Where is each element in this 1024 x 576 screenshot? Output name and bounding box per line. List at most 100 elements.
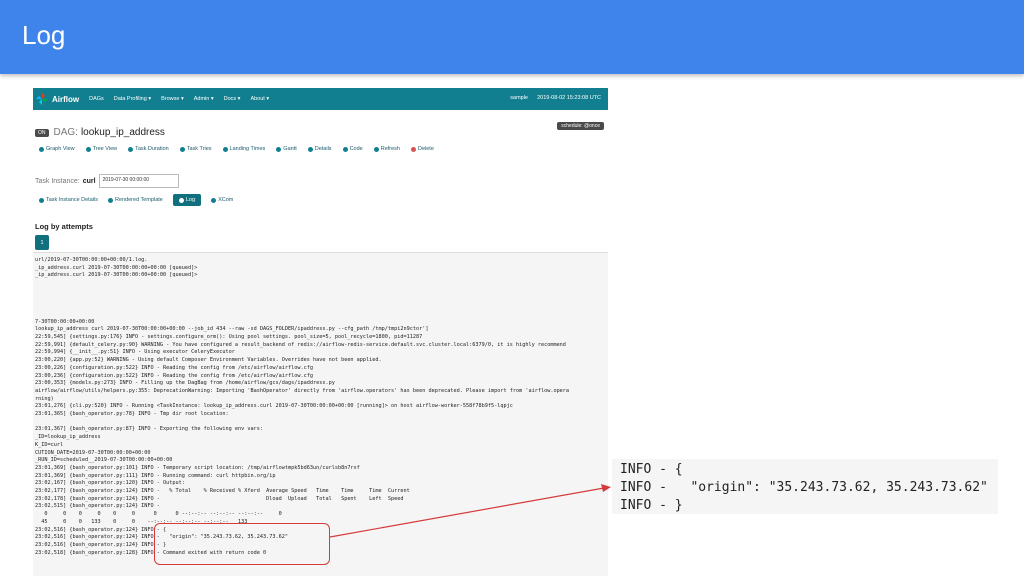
log-line: _ip_address.curl 2019-07-30T00:00:00+00:… xyxy=(35,264,198,271)
dag-prefix: DAG: xyxy=(53,127,78,138)
graph-view-label: Graph View xyxy=(46,146,75,152)
refresh-label: Refresh xyxy=(380,146,400,152)
airflow-logo-icon xyxy=(36,93,48,105)
highlight-callout-box xyxy=(154,523,330,565)
refresh-button[interactable]: Refresh xyxy=(373,146,400,152)
nav-dags[interactable]: DAGs xyxy=(89,96,104,102)
schedule-badge: schedule: @once xyxy=(557,122,604,130)
log-heading: Log by attempts xyxy=(35,222,93,231)
code-label: Code xyxy=(349,146,363,152)
template-tab-icon xyxy=(107,197,113,203)
dag-title-row: ON DAG: lookup_ip_address xyxy=(35,127,165,138)
task-instance-tabs: Task Instance Details Rendered Template … xyxy=(39,194,243,206)
log-line: 23:02,177] {bash_operator.py:124} INFO -… xyxy=(35,488,410,494)
attempt-1-button[interactable]: 1 xyxy=(35,235,49,250)
nav-admin[interactable]: Admin ▾ xyxy=(194,96,214,102)
task-tries-button[interactable]: Task Tries xyxy=(179,146,212,152)
details-icon xyxy=(307,146,313,152)
details-button[interactable]: Details xyxy=(307,146,332,152)
tab-rendered-template[interactable]: Rendered Template xyxy=(107,197,163,203)
delete-button[interactable]: Delete xyxy=(410,146,434,152)
log-line: 23:02,516] {bash_operator.py:124} INFO -… xyxy=(35,541,167,548)
task-instance-name: curl xyxy=(82,177,96,185)
graph-view-icon xyxy=(39,146,44,152)
landing-times-button[interactable]: Landing Times xyxy=(222,146,266,152)
log-line: rning) xyxy=(35,395,54,402)
gantt-icon xyxy=(276,146,282,152)
log-line: 23:02,515] {bash_operator.py:124} INFO - xyxy=(35,503,160,510)
log-line: airflow/airflow/utils/helpers.py:355: De… xyxy=(35,387,570,394)
slide-title: Log xyxy=(22,20,66,50)
airflow-navbar: Airflow DAGs Data Profiling ▾ Browse ▾ A… xyxy=(33,88,608,110)
log-line: K_ID=curl xyxy=(35,441,64,448)
tab-log[interactable]: Log xyxy=(172,194,202,206)
log-line: 23:01,365] {bash_operator.py:78} INFO - … xyxy=(35,411,229,417)
code-button[interactable]: Code xyxy=(342,146,363,152)
log-line: 22:59,991] {default_celery.py:90} WARNIN… xyxy=(35,341,566,348)
landing-times-icon xyxy=(222,146,228,152)
delete-icon xyxy=(410,146,416,152)
graph-view-button[interactable]: Graph View xyxy=(39,146,75,152)
task-duration-label: Task Duration xyxy=(135,146,169,152)
log-line: 23:02,167] {bash_operator.py:120} INFO -… xyxy=(35,480,185,487)
log-line: 23:01,369] {bash_operator.py:111} INFO -… xyxy=(35,472,276,479)
gantt-button[interactable]: Gantt xyxy=(276,146,297,152)
airflow-screenshot: Airflow DAGs Data Profiling ▾ Browse ▾ A… xyxy=(33,88,608,576)
log-line: _ip_address.curl 2019-07-30T00:00:00+00:… xyxy=(35,272,198,279)
brand-label: Airflow xyxy=(52,94,80,104)
execution-date-field[interactable]: 2019-07-30 00:00:00 xyxy=(98,174,179,188)
log-line: 23:00,353] {models.py:273} INFO - Fillin… xyxy=(35,380,335,387)
zoom-line: INFO - "origin": "35.243.73.62, 35.243.7… xyxy=(620,480,988,495)
tab-task-instance-details[interactable]: Task Instance Details xyxy=(39,197,98,203)
gantt-label: Gantt xyxy=(283,146,297,152)
task-duration-button[interactable]: Task Duration xyxy=(128,146,169,152)
slide-header: Log xyxy=(0,0,1024,74)
nav-browse[interactable]: Browse ▾ xyxy=(161,96,184,102)
details-label: Details xyxy=(314,146,332,152)
xcom-tab-icon xyxy=(211,197,217,203)
tree-view-label: Tree View xyxy=(92,146,118,152)
log-line: 7-30T00:00:00+00:00 xyxy=(35,318,95,325)
nav-datetime: 2019-08-02 15:23:08 UTC xyxy=(537,95,601,101)
airflow-brand[interactable]: Airflow xyxy=(36,93,79,105)
task-tries-label: Task Tries xyxy=(186,146,212,152)
delete-label: Delete xyxy=(417,146,434,152)
zoom-line: INFO - { xyxy=(620,462,683,477)
task-tries-icon xyxy=(179,146,185,152)
nav-data-profiling[interactable]: Data Profiling ▾ xyxy=(114,96,151,102)
log-line: 23:00,220] {app.py:52} WARNING - Using d… xyxy=(35,357,382,364)
code-icon xyxy=(342,146,348,152)
task-duration-icon xyxy=(128,146,134,152)
tab-label: Log xyxy=(185,197,196,203)
log-line: 23:00,236] {configuration.py:522} INFO -… xyxy=(35,372,313,379)
nav-user[interactable]: sample xyxy=(510,95,528,101)
zoom-line: INFO - } xyxy=(620,498,683,513)
nav-about[interactable]: About ▾ xyxy=(250,96,269,102)
dag-toolbar: Graph View Tree View Task Duration Task … xyxy=(39,146,445,152)
log-line: 23:01,369] {bash_operator.py:101} INFO -… xyxy=(35,464,360,471)
nav-docs[interactable]: Docs ▾ xyxy=(224,96,241,102)
landing-times-label: Landing Times xyxy=(229,146,266,152)
log-line: _ID=lookup_ip_address xyxy=(35,434,101,441)
dag-name: lookup_ip_address xyxy=(80,127,165,138)
tab-xcom[interactable]: XCom xyxy=(211,197,233,203)
refresh-icon xyxy=(373,146,379,152)
tree-view-icon xyxy=(85,146,91,152)
tree-view-button[interactable]: Tree View xyxy=(85,146,118,152)
log-line: 23:01,276] {cli.py:520} INFO - Running <… xyxy=(35,403,513,410)
zoomed-log-excerpt: INFO - { INFO - "origin": "35.243.73.62,… xyxy=(612,459,998,514)
log-line: lookup_ip_address curl 2019-07-30T00:00:… xyxy=(35,326,429,333)
log-line: _RUN_ID=scheduled__2019-07-30T00:00:00+0… xyxy=(35,457,173,464)
log-line: 22:59,545] {settings.py:176} INFO - sett… xyxy=(35,334,423,340)
task-instance-row: Task Instance: curl 2019-07-30 00:00:00 xyxy=(35,174,179,188)
log-line: 22:59,994] {__init__.py:51} INFO - Using… xyxy=(35,349,235,356)
log-line: url/2019-07-30T00:00:00+00:00/1.log. xyxy=(35,257,148,263)
log-line: 23:02,178] {bash_operator.py:124} INFO -… xyxy=(35,495,404,502)
log-line: 23:00,226] {configuration.py:522} INFO -… xyxy=(35,364,313,371)
tab-label: Rendered Template xyxy=(114,197,163,203)
log-line: 0 0 0 0 0 0 0 0 --:--:-- --:--:-- --:--:… xyxy=(35,511,282,518)
details-tab-icon xyxy=(39,197,44,203)
tab-label: XCom xyxy=(218,197,234,203)
dag-state-badge[interactable]: ON xyxy=(35,128,49,137)
log-line: CUTION_DATE=2019-07-30T00:00:00+00:00 xyxy=(35,449,151,456)
